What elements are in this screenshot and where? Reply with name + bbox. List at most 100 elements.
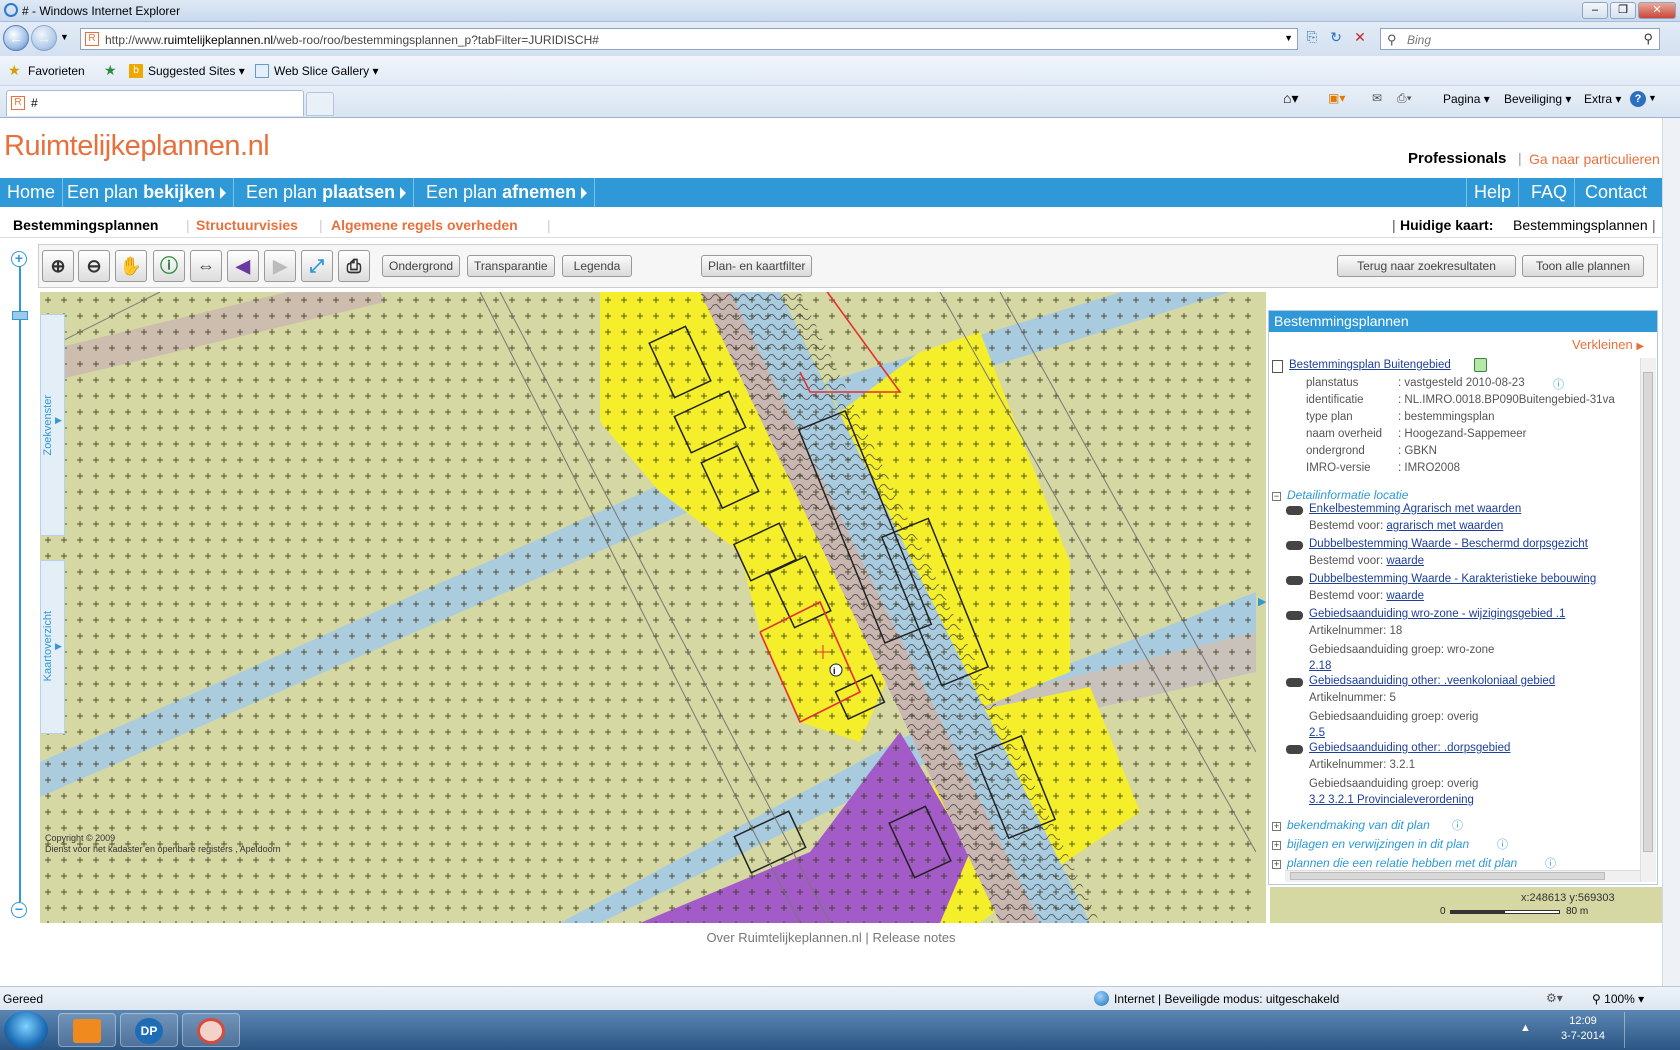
info-tip-icon[interactable]: ⓘ [1452, 817, 1463, 833]
suggested-sites-link[interactable]: Suggested Sites ▾ [148, 64, 245, 78]
tools-menu[interactable]: Extra ▾ [1584, 92, 1621, 106]
print-map-icon[interactable]: ⎙ [338, 250, 370, 282]
section-bekendmaking[interactable]: bekendmaking van dit plan [1287, 818, 1430, 832]
print-icon[interactable]: ⎙▾ [1397, 91, 1412, 106]
back-button[interactable]: ← [3, 25, 29, 51]
back-to-results-button[interactable]: Terug naar zoekresultaten [1337, 255, 1516, 277]
expand-toggle-icon[interactable]: + [1272, 822, 1281, 831]
favorites-button[interactable]: Favorieten [28, 64, 85, 78]
particulieren-link[interactable]: Ga naar particulieren [1529, 151, 1660, 167]
zoom-plus-icon[interactable]: + [11, 251, 27, 267]
view-icon[interactable] [1286, 678, 1303, 687]
legenda-button[interactable]: Legenda [562, 255, 632, 277]
nav-plan-bekijken[interactable]: Een plan bekijken [60, 178, 235, 207]
full-extent-icon[interactable]: ⤢ [301, 250, 333, 282]
next-view-icon[interactable]: ▶ [264, 250, 296, 282]
taskbar-clock[interactable]: 12:09 3-7-2014 [1548, 1014, 1618, 1044]
zoom-level[interactable]: ⚲ 100% ▾ [1592, 992, 1644, 1006]
map-canvas[interactable]: i Copyright © 2009 Dienst voor het kadas… [40, 292, 1256, 923]
info-tool-icon[interactable]: ⓘ [153, 250, 185, 282]
detail-sub-link[interactable]: agrarisch met waarden [1386, 520, 1503, 532]
zoom-in-tool-icon[interactable]: ⊕ [42, 250, 74, 282]
outlook-taskbar-icon[interactable] [58, 1013, 116, 1047]
nav-help[interactable]: Help [1466, 178, 1520, 207]
address-input[interactable]: R http://www.ruimtelijkeplannen.nl/web-r… [80, 28, 1298, 50]
history-dropdown-icon[interactable]: ▼ [60, 32, 69, 42]
expand-toggle-icon[interactable]: + [1272, 860, 1281, 869]
kaartoverzicht-tab[interactable]: Kaartoverzicht ▶ [40, 560, 65, 734]
refresh-icon[interactable]: ↻ [1326, 29, 1346, 49]
zoom-slider-track[interactable] [19, 262, 21, 902]
restore-button[interactable]: ❐ [1610, 2, 1636, 19]
info-tip-icon[interactable]: ⓘ [1545, 855, 1556, 871]
subnav-algemene-regels[interactable]: Algemene regels overheden [331, 217, 518, 233]
ondergrond-button[interactable]: Ondergrond [382, 255, 461, 277]
detail-link[interactable]: Enkelbestemming Agrarisch met waarden [1309, 503, 1521, 515]
add-favorite-icon[interactable]: ★ [104, 62, 117, 79]
dp-taskbar-icon[interactable]: DP [120, 1013, 178, 1047]
zoom-slider-handle[interactable] [12, 311, 28, 320]
search-input[interactable]: ⚲ Bing ⚲ [1380, 28, 1660, 50]
info-tip-icon[interactable]: ⓘ [1553, 376, 1564, 392]
tray-arrow-icon[interactable]: ▲ [1520, 1022, 1531, 1034]
browser-tab[interactable]: R # [6, 90, 304, 116]
close-window-button[interactable]: ✕ [1638, 2, 1676, 19]
panel-hscroll-thumb[interactable] [1290, 872, 1605, 880]
forward-button[interactable]: → [31, 25, 57, 51]
section-relaties[interactable]: plannen die een relatie hebben met dit p… [1287, 856, 1517, 870]
safety-menu[interactable]: Beveiliging ▾ [1504, 92, 1571, 106]
detail-link[interactable]: Dubbelbestemming Waarde - Beschermd dorp… [1309, 538, 1588, 550]
feeds-icon[interactable]: ▣▾ [1328, 91, 1345, 105]
plan-link[interactable]: Bestemmingsplan Buitengebied [1289, 359, 1451, 371]
subnav-structuurvisies[interactable]: Structuurvisies [196, 217, 298, 233]
release-notes-link[interactable]: Release notes [872, 930, 955, 945]
detail-link[interactable]: Gebiedsaanduiding wro-zone - wijzigingsg… [1309, 608, 1565, 620]
view-icon[interactable] [1286, 745, 1303, 754]
previous-view-icon[interactable]: ◀ [227, 250, 259, 282]
plan-kaartfilter-button[interactable]: Plan- en kaartfilter [701, 255, 813, 277]
detail-sub-link[interactable]: 2.18 [1309, 660, 1331, 672]
panel-expand-arrow-icon[interactable]: ▶ [1258, 595, 1266, 608]
subnav-bestemmingsplannen[interactable]: Bestemmingsplannen [13, 217, 158, 233]
help-dropdown-icon[interactable]: ▼ [1648, 93, 1657, 103]
mail-icon[interactable]: ✉ [1372, 91, 1382, 105]
detail-sub-link[interactable]: waarde [1386, 555, 1424, 567]
compatibility-view-icon[interactable]: ⎘ [1302, 29, 1322, 49]
show-all-plans-button[interactable]: Toon alle plannen [1522, 255, 1644, 277]
nav-plan-afnemen[interactable]: Een plan afnemen [419, 178, 596, 207]
nav-contact[interactable]: Contact [1578, 178, 1654, 207]
page-scrollbar[interactable] [1662, 118, 1680, 986]
detail-sub-link[interactable]: 3.2 3.2.1 Provincialeverordening [1309, 794, 1474, 806]
panel-scrollbar[interactable] [1640, 358, 1656, 882]
stop-icon[interactable]: ✕ [1350, 29, 1370, 49]
view-icon[interactable] [1286, 541, 1303, 550]
search-go-icon[interactable]: ⚲ [1643, 31, 1653, 47]
view-icon[interactable] [1286, 611, 1303, 620]
zoekvenster-tab[interactable]: Zoekvenster ▶ [40, 314, 65, 536]
view-icon[interactable] [1286, 576, 1303, 585]
verkleinen-link[interactable]: Verkleinen ▶ [1572, 337, 1644, 352]
protected-mode-icon[interactable]: ⚙▾ [1546, 991, 1563, 1005]
nav-faq[interactable]: FAQ [1524, 178, 1576, 207]
transparantie-button[interactable]: Transparantie [467, 255, 555, 277]
nav-plan-plaatsen[interactable]: Een plan plaatsen [239, 178, 415, 207]
home-icon[interactable]: ⌂▾ [1283, 90, 1298, 107]
detail-title[interactable]: Detailinformatie locatie [1287, 488, 1408, 502]
zoom-out-tool-icon[interactable]: ⊖ [78, 250, 110, 282]
show-desktop-button[interactable] [1628, 1012, 1676, 1048]
detail-sub-link[interactable]: waarde [1386, 590, 1424, 602]
measure-tool-icon[interactable]: ⇔ [190, 250, 222, 282]
detail-sub-link[interactable]: 2.5 [1309, 727, 1325, 739]
address-dropdown-icon[interactable]: ▼ [1284, 33, 1293, 43]
info-tip-icon[interactable]: ⓘ [1497, 836, 1508, 852]
help-icon[interactable]: ? [1630, 91, 1646, 107]
ie-taskbar-icon[interactable] [182, 1013, 240, 1047]
collapse-toggle-icon[interactable]: − [1272, 492, 1281, 501]
pan-hand-icon[interactable]: ✋ [115, 250, 147, 282]
detail-link[interactable]: Dubbelbestemming Waarde - Karakteristiek… [1309, 573, 1596, 585]
minimize-button[interactable]: – [1582, 2, 1608, 19]
detail-link[interactable]: Gebiedsaanduiding other: .dorpsgebied [1309, 742, 1510, 754]
section-bijlagen[interactable]: bijlagen en verwijzingen in dit plan [1287, 837, 1469, 851]
about-link[interactable]: Over Ruimtelijkeplannen.nl [706, 930, 861, 945]
zoom-minus-icon[interactable]: − [11, 902, 27, 918]
